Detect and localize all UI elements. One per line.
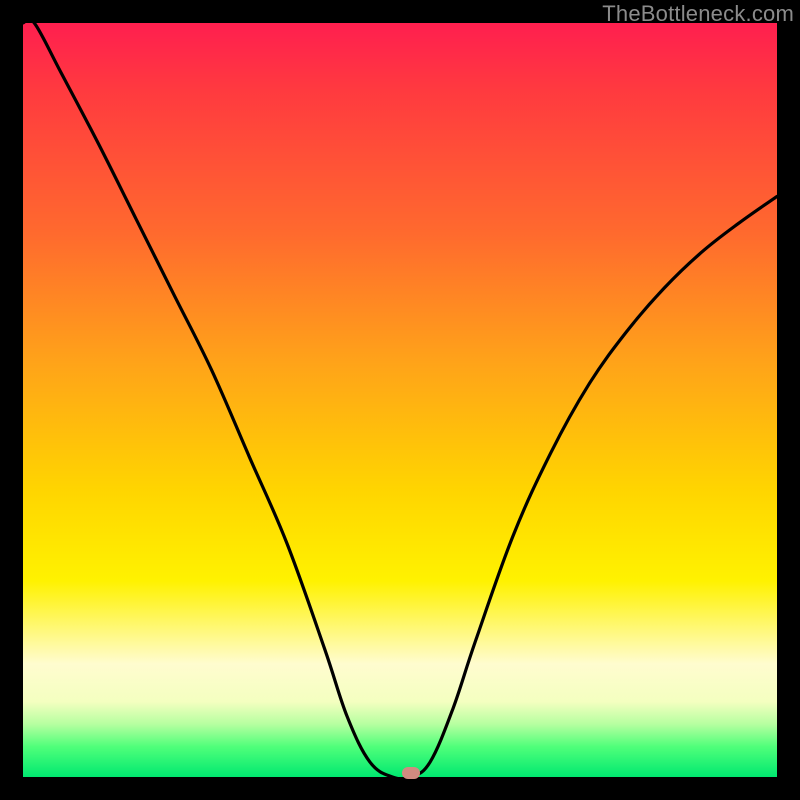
watermark-text: TheBottleneck.com bbox=[602, 1, 794, 27]
bottleneck-curve bbox=[23, 23, 777, 777]
min-point-dot bbox=[402, 767, 420, 779]
chart-frame: TheBottleneck.com bbox=[0, 0, 800, 800]
plot-area bbox=[23, 23, 777, 777]
